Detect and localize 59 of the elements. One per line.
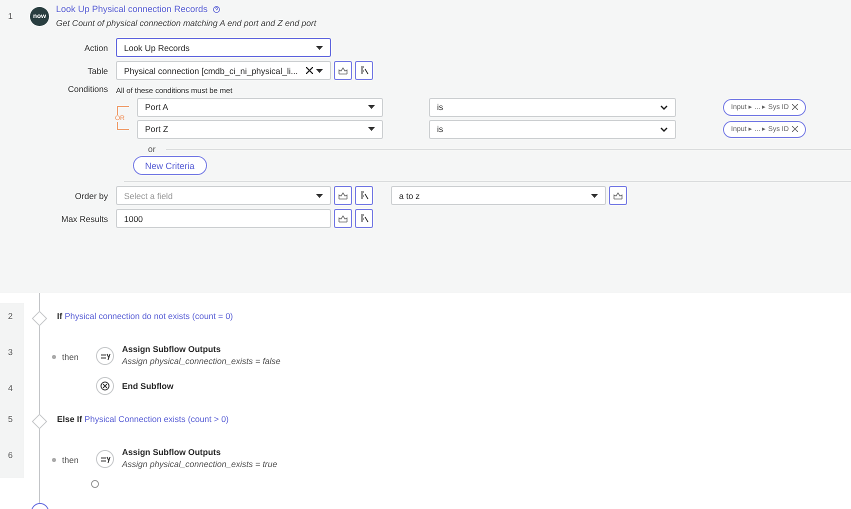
chevron-icon: [660, 104, 668, 110]
caret-icon: [316, 46, 323, 50]
script-button[interactable]: [355, 186, 373, 205]
operator-dropdown[interactable]: is: [429, 98, 676, 116]
field-label: Action: [83, 42, 109, 52]
action-dropdown[interactable]: Look Up Records: [116, 38, 331, 57]
caret-icon: [316, 194, 323, 198]
end-icon: [96, 377, 114, 395]
script-icon: [360, 191, 368, 200]
operator-dropdown[interactable]: is: [429, 120, 676, 138]
line-number: 6: [0, 442, 24, 478]
condition-label[interactable]: Else If Physical Connection exists (count > 0): [57, 414, 229, 424]
line-number: 3: [0, 339, 24, 375]
field-label: Conditions: [66, 84, 109, 94]
condition-label[interactable]: If Physical connection do not exists (count = 0): [57, 311, 234, 321]
chevron-icon: [660, 126, 668, 132]
sort-direction-dropdown[interactable]: a to z: [391, 186, 606, 205]
line-number: 4: [0, 375, 24, 406]
data-pill-picker-button[interactable]: [334, 186, 352, 205]
close-icon[interactable]: [792, 126, 798, 132]
max-results-field[interactable]: 1000: [116, 209, 331, 228]
script-button[interactable]: [355, 209, 373, 228]
step-description: Get Count of physical connection matching A end port and Z end port: [56, 18, 316, 28]
table-dropdown[interactable]: Physical connection [cmdb_ci_ni_physical_li...: [116, 61, 331, 80]
field-dropdown[interactable]: Port Z: [137, 120, 383, 138]
step-title[interactable]: Assign Subflow Outputs: [122, 344, 281, 354]
step-title[interactable]: Assign Subflow Outputs: [122, 447, 278, 457]
assign-icon: [96, 347, 114, 365]
field-label: Table: [86, 66, 109, 76]
step-description: Assign physical_connection_exists = true: [122, 459, 278, 469]
then-label: then: [62, 352, 79, 362]
caret-icon: [316, 68, 323, 72]
script-icon: [360, 214, 368, 223]
then-label: then: [62, 455, 79, 465]
caret-icon: [368, 105, 375, 109]
step-title[interactable]: End Subflow: [122, 381, 174, 391]
script-icon: [360, 66, 368, 75]
connector-dot: [52, 355, 56, 359]
field-label: Max Results: [60, 214, 109, 224]
or-separator: or: [147, 144, 157, 154]
caret-icon: [368, 127, 375, 131]
caret-icon: [591, 194, 598, 198]
data-pill-picker-button[interactable]: [609, 186, 627, 205]
clear-icon[interactable]: [306, 67, 313, 74]
line-number: 1: [8, 10, 14, 23]
new-criteria-button[interactable]: New Criteria: [133, 156, 207, 175]
field-label: Order by: [74, 190, 109, 200]
field-dropdown[interactable]: Port A: [137, 98, 383, 116]
line-number: 2: [0, 303, 24, 339]
script-button[interactable]: [355, 61, 373, 80]
assign-icon: [96, 450, 114, 468]
data-pill-picker-button[interactable]: [334, 61, 352, 80]
connector-dot: [52, 458, 56, 462]
close-icon[interactable]: [792, 104, 798, 110]
step-description: Assign physical_connection_exists = false: [122, 356, 281, 366]
line-number: 5: [0, 406, 24, 442]
step-title[interactable]: Look Up Physical connection Records: [56, 4, 208, 14]
help-icon[interactable]: [212, 6, 220, 12]
data-pill-picker-button[interactable]: [334, 209, 352, 228]
